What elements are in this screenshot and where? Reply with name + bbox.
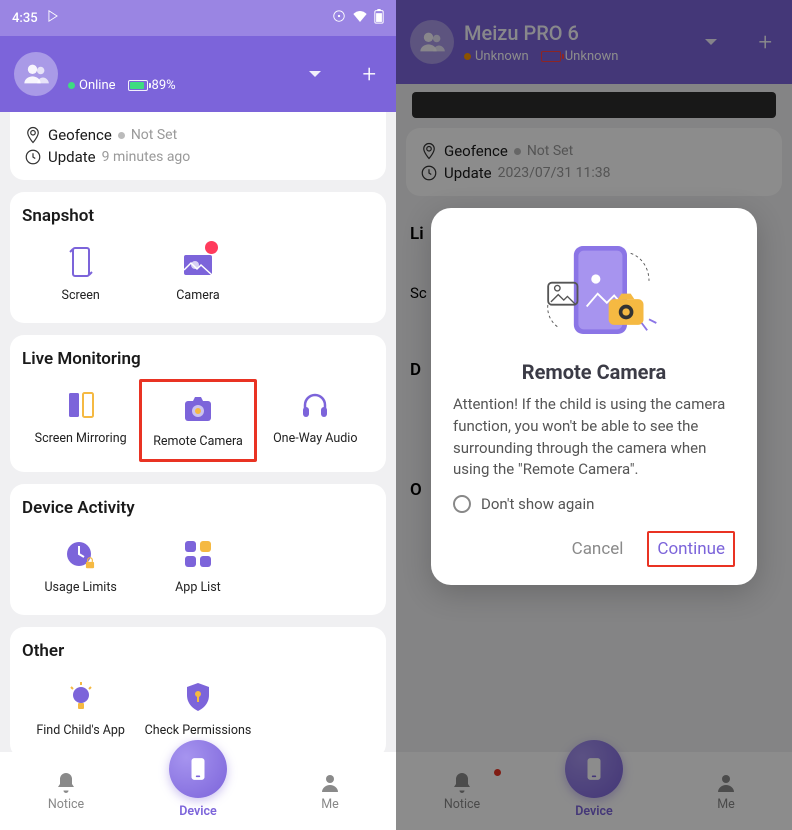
tile-one-way-audio[interactable]: One-Way Audio xyxy=(257,379,374,462)
snapshot-title: Snapshot xyxy=(22,206,374,226)
online-status: Online xyxy=(68,78,116,93)
remote-camera-modal: Remote Camera Attention! If the child is… xyxy=(431,208,757,585)
clock-icon xyxy=(24,148,42,166)
status-dot-icon xyxy=(68,82,75,89)
camera-icon xyxy=(180,390,216,426)
device-dropdown[interactable] xyxy=(308,65,322,84)
device-name xyxy=(68,56,118,74)
tile-camera[interactable]: Camera xyxy=(139,236,256,313)
dont-show-again-checkbox[interactable]: Don't show again xyxy=(453,495,735,513)
update-row[interactable]: Update 9 minutes ago xyxy=(24,148,372,166)
status-card: Geofence Not Set Update 9 minutes ago xyxy=(10,112,386,180)
avatar[interactable] xyxy=(14,52,58,96)
status-bar: 4:35 xyxy=(0,0,396,36)
nav-notice[interactable]: Notice xyxy=(21,771,111,812)
radio-icon xyxy=(453,495,471,513)
tile-usage-limits[interactable]: Usage Limits xyxy=(22,528,139,605)
continue-button[interactable]: Continue xyxy=(647,531,735,567)
lock-icon xyxy=(83,556,97,570)
add-device-button[interactable]: + xyxy=(356,60,382,88)
geofence-row[interactable]: Geofence Not Set xyxy=(24,126,372,144)
screen-icon xyxy=(63,244,99,280)
device-header: Online 89% + xyxy=(0,36,396,112)
content: Geofence Not Set Update 9 minutes ago Sn… xyxy=(0,112,396,752)
grid-icon xyxy=(180,536,216,572)
dot-icon xyxy=(118,132,125,139)
badge-icon xyxy=(205,241,218,254)
battery-icon xyxy=(374,9,384,28)
right-phone: Meizu PRO 6 Unknown Unknown + Geofen xyxy=(396,0,792,830)
geofence-icon xyxy=(24,126,42,144)
tile-screen-mirroring[interactable]: Screen Mirroring xyxy=(22,379,139,462)
other-card: Other Find Child's App Check Permissions xyxy=(10,627,386,752)
snapshot-card: Snapshot Screen Camera xyxy=(10,192,386,323)
bulb-icon xyxy=(63,679,99,715)
nav-me[interactable]: Me xyxy=(285,771,375,812)
other-title: Other xyxy=(22,641,374,661)
wifi-icon xyxy=(352,10,368,26)
status-time: 4:35 xyxy=(12,11,38,26)
nav-device[interactable]: Device xyxy=(153,764,243,819)
play-icon xyxy=(46,9,60,27)
data-icon xyxy=(332,9,346,27)
tile-screen[interactable]: Screen xyxy=(22,236,139,313)
bottom-nav: Notice Device Me xyxy=(0,752,396,830)
tile-app-list[interactable]: App List xyxy=(139,528,256,605)
cancel-button[interactable]: Cancel xyxy=(568,533,628,565)
device-activity-card: Device Activity Usage Limits App List xyxy=(10,484,386,615)
person-icon xyxy=(318,771,342,795)
mirror-icon xyxy=(63,387,99,423)
battery-level-icon xyxy=(128,80,148,91)
shield-icon xyxy=(180,679,216,715)
device-fab-icon xyxy=(169,740,227,798)
tile-find-childs-app[interactable]: Find Child's App xyxy=(22,671,139,748)
live-monitoring-card: Live Monitoring Screen Mirroring Remote … xyxy=(10,335,386,472)
tile-check-permissions[interactable]: Check Permissions xyxy=(139,671,256,748)
live-title: Live Monitoring xyxy=(22,349,374,369)
modal-title: Remote Camera xyxy=(453,360,735,384)
headphones-icon xyxy=(297,387,333,423)
modal-illustration xyxy=(453,230,735,350)
activity-title: Device Activity xyxy=(22,498,374,518)
tile-remote-camera[interactable]: Remote Camera xyxy=(139,379,256,462)
bell-icon xyxy=(54,771,78,795)
left-phone: 4:35 Online 89% xyxy=(0,0,396,830)
battery-status: 89% xyxy=(128,78,176,93)
modal-body: Attention! If the child is using the cam… xyxy=(453,394,735,481)
